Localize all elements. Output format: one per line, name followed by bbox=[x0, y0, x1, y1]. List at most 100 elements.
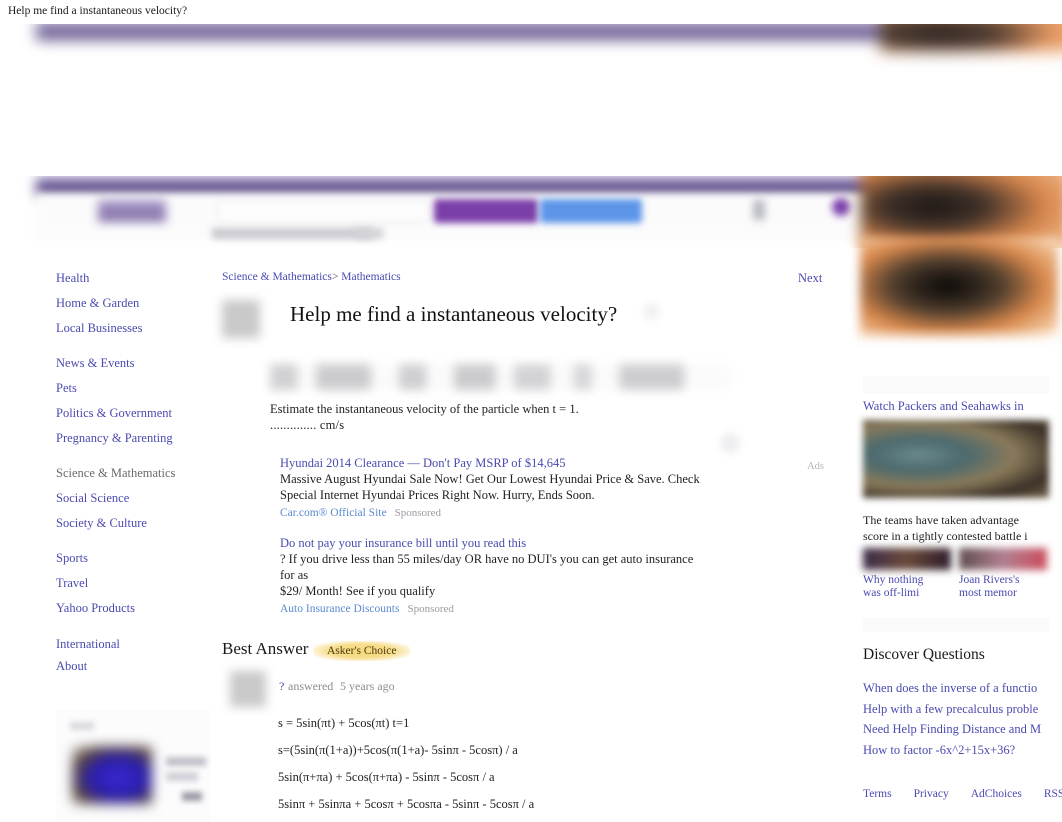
promo-thumbnail bbox=[72, 746, 152, 804]
sidebar-item-society-culture[interactable]: Society & Culture bbox=[56, 511, 206, 536]
sidebar-item-travel[interactable]: Travel bbox=[56, 571, 206, 596]
footer-link-rss[interactable]: RSS bbox=[1044, 788, 1062, 800]
discover-questions-list: When does the inverse of a functio Help … bbox=[863, 678, 1053, 760]
question-content-column: Science & Mathematics> Mathematics Help … bbox=[222, 270, 824, 822]
related-thumb-card[interactable]: Why nothing was off-limi bbox=[863, 548, 951, 600]
answer-body: s = 5sin(πt) + 5cos(πt) t=1 s=(5sin(π(1+… bbox=[278, 715, 782, 822]
top-banner-ad-region[interactable] bbox=[0, 14, 1062, 194]
avatar-icon[interactable] bbox=[832, 198, 850, 216]
ad-description-line-2: Special Internet Hyundai Prices Right No… bbox=[280, 488, 595, 502]
right-rail-separator bbox=[863, 618, 1049, 632]
question-header: Help me find a instantaneous velocity? bbox=[222, 300, 782, 354]
sidebar-item-news-events[interactable]: News & Events bbox=[56, 351, 206, 376]
header-subnav[interactable] bbox=[212, 228, 372, 239]
right-rail-divider bbox=[863, 376, 1049, 394]
breadcrumb-separator: > bbox=[331, 271, 339, 283]
follow-icon[interactable] bbox=[720, 433, 740, 453]
ask-question-button[interactable] bbox=[540, 199, 642, 223]
footer-link-privacy[interactable]: Privacy bbox=[914, 788, 949, 800]
sidebar-item-science-mathematics[interactable]: Science & Mathematics bbox=[56, 461, 206, 486]
answerer-username[interactable]: ? bbox=[279, 679, 284, 694]
sidebar-promo-ad[interactable] bbox=[56, 710, 211, 822]
discover-question-item[interactable]: Help with a few precalculus proble bbox=[863, 702, 1038, 716]
notification-icon[interactable] bbox=[753, 200, 765, 220]
window-title: Help me find a instantaneous velocity? bbox=[8, 5, 188, 17]
yahoo-answers-logo[interactable] bbox=[98, 200, 166, 222]
answer-meta-row: ? answered 5 years ago bbox=[222, 671, 782, 707]
related-thumb-image bbox=[863, 548, 951, 570]
breadcrumb: Science & Mathematics> Mathematics bbox=[222, 270, 782, 284]
sidebar-item-social-science[interactable]: Social Science bbox=[56, 486, 206, 511]
page-body: Health Home & Garden Local Businesses Ne… bbox=[0, 238, 1062, 822]
best-answer-header: Best Answer Asker's Choice bbox=[222, 639, 782, 669]
answer-line: 5sin(π+πa) + 5cos(π+πa) - 5sinπ - 5cosπ … bbox=[278, 770, 495, 784]
sidebar-item-about[interactable]: About bbox=[56, 655, 206, 677]
answerer-avatar[interactable] bbox=[230, 671, 266, 707]
ad-description-line-1: ? If you drive less than 55 miles/day OR… bbox=[280, 552, 694, 582]
sidebar-item-home-garden[interactable]: Home & Garden bbox=[56, 291, 206, 316]
next-question-link[interactable]: Next bbox=[798, 271, 822, 286]
promo-tag-label bbox=[70, 722, 94, 730]
footer-link-adchoices[interactable]: AdChoices bbox=[971, 788, 1022, 800]
ad-site-link[interactable]: Auto Insurance Discounts bbox=[280, 603, 399, 615]
answer-action-label: answered bbox=[288, 679, 334, 693]
related-thumb-card[interactable]: Joan Rivers's most memor bbox=[959, 548, 1047, 600]
search-input[interactable] bbox=[218, 200, 428, 222]
ad-unit[interactable]: Hyundai 2014 Clearance — Don't Pay MSRP … bbox=[280, 455, 780, 521]
right-rail-ad-fade bbox=[860, 326, 1058, 376]
related-thumb-caption-line-1: Joan Rivers's bbox=[959, 574, 1020, 586]
news-description: The teams have taken advantage score in … bbox=[863, 512, 1053, 544]
sidebar-item-yahoo-products[interactable]: Yahoo Products bbox=[56, 596, 206, 621]
ad-site-link[interactable]: Car.com® Official Site bbox=[280, 507, 387, 519]
sidebar-item-politics-government[interactable]: Politics & Government bbox=[56, 401, 206, 426]
news-headline-link[interactable]: Watch Packers and Seahawks in bbox=[863, 398, 1053, 414]
related-thumb-caption[interactable]: Why nothing was off-limi bbox=[863, 574, 951, 600]
right-rail-ad-image[interactable] bbox=[860, 238, 1058, 338]
search-button[interactable] bbox=[434, 199, 538, 223]
related-thumb-caption-line-1: Why nothing bbox=[863, 574, 924, 586]
asker-avatar[interactable] bbox=[222, 300, 260, 338]
discover-question-item[interactable]: When does the inverse of a functio bbox=[863, 681, 1037, 695]
answer-line: 5sinπ + 5sinπa + 5cosπ + 5cosπa - 5sinπ … bbox=[278, 797, 535, 811]
sidebar-item-pets[interactable]: Pets bbox=[56, 376, 206, 401]
ad-description-line-2: $29/ Month! See if you qualify bbox=[280, 584, 436, 598]
news-description-line-1: The teams have taken advantage bbox=[863, 513, 1019, 527]
sponsored-ads-block: Ads Hyundai 2014 Clearance — Don't Pay M… bbox=[280, 455, 824, 617]
askers-choice-badge: Asker's Choice bbox=[313, 641, 411, 661]
question-body-line-1: Estimate the instantaneous velocity of t… bbox=[270, 402, 579, 416]
related-thumb-caption-line-2: was off-limi bbox=[863, 587, 920, 599]
ad-sponsored-label: Sponsored bbox=[394, 507, 442, 519]
ads-label: Ads bbox=[807, 461, 824, 472]
category-sidebar: Health Home & Garden Local Businesses Ne… bbox=[56, 266, 206, 677]
related-thumb-caption[interactable]: Joan Rivers's most memor bbox=[959, 574, 1047, 600]
footer-link-terms[interactable]: Terms bbox=[863, 788, 892, 800]
answer-line: s = 5sin(πt) + 5cos(πt) t=1 bbox=[278, 716, 410, 730]
ad-title[interactable]: Do not pay your insurance bill until you… bbox=[280, 535, 780, 551]
sidebar-item-health[interactable]: Health bbox=[56, 266, 206, 291]
sidebar-item-pregnancy-parenting[interactable]: Pregnancy & Parenting bbox=[56, 426, 206, 451]
breadcrumb-subcategory[interactable]: Mathematics bbox=[341, 271, 400, 283]
footer-links: Terms Privacy AdChoices RSS bbox=[863, 788, 1062, 800]
sidebar-item-international[interactable]: International bbox=[56, 633, 206, 655]
best-answer-heading: Best Answer bbox=[222, 639, 309, 658]
question-equation-image bbox=[270, 364, 730, 390]
discover-question-item[interactable]: Need Help Finding Distance and M bbox=[863, 722, 1041, 736]
share-icon[interactable] bbox=[643, 303, 660, 320]
news-thumbnail[interactable] bbox=[863, 420, 1049, 498]
answer-line: s=(5sin(π(1+a))+5cos(π(1+a)- 5sinπ - 5co… bbox=[278, 743, 518, 757]
breadcrumb-category[interactable]: Science & Mathematics bbox=[222, 271, 332, 283]
answer-timestamp: 5 years ago bbox=[340, 679, 395, 693]
ad-footer: Auto Insurance Discounts Sponsored bbox=[280, 600, 780, 617]
right-rail: Watch Packers and Seahawks in The teams … bbox=[855, 238, 1062, 822]
related-thumb-image bbox=[959, 548, 1047, 570]
sidebar-item-sports[interactable]: Sports bbox=[56, 546, 206, 571]
header-subnav-secondary[interactable] bbox=[355, 228, 383, 239]
sidebar-item-local-businesses[interactable]: Local Businesses bbox=[56, 316, 206, 341]
window-title-bar: Help me find a instantaneous velocity? bbox=[0, 0, 1062, 24]
ad-unit[interactable]: Do not pay your insurance bill until you… bbox=[280, 535, 780, 617]
related-thumb-caption-line-2: most memor bbox=[959, 587, 1017, 599]
discover-question-item[interactable]: How to factor -6x^2+15x+36? bbox=[863, 743, 1015, 757]
ad-title[interactable]: Hyundai 2014 Clearance — Don't Pay MSRP … bbox=[280, 455, 780, 471]
